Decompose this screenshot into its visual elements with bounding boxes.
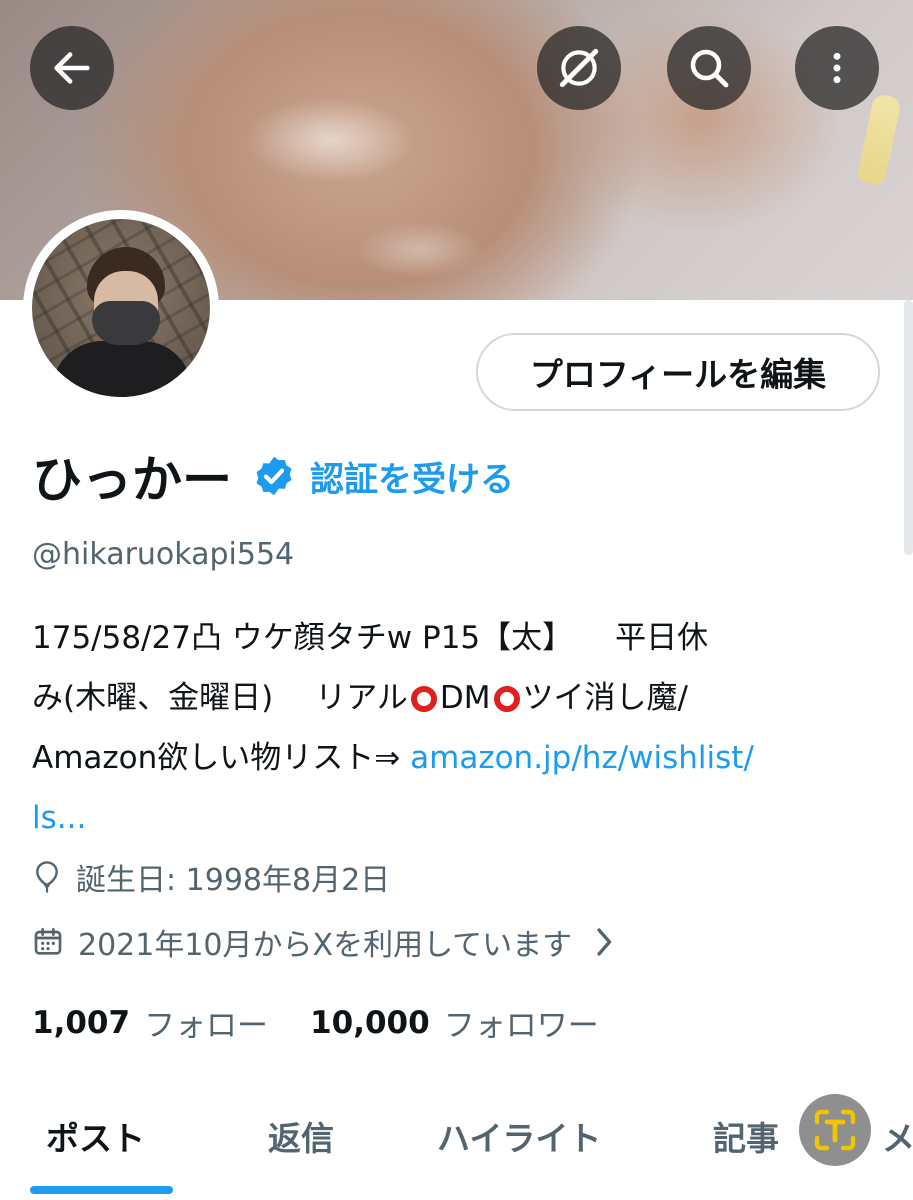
active-tab-indicator (30, 1186, 173, 1194)
calendar-icon (34, 928, 62, 955)
user-handle: @hikaruokapi554 (32, 537, 295, 572)
red-circle-icon (493, 686, 520, 712)
bio-text: DM (439, 680, 491, 716)
banner-detail (855, 93, 903, 187)
bio-text: リアル (315, 680, 408, 716)
red-circle-icon (410, 686, 437, 712)
name-row: ひっかー 認証を受ける (32, 444, 514, 509)
following-count: 1,007 (32, 1004, 131, 1041)
bio-text: ツイ消し魔/ (522, 680, 688, 716)
text-scan-button[interactable] (799, 1094, 871, 1166)
avatar-frame[interactable] (23, 210, 219, 406)
balloon-icon (36, 861, 58, 893)
joined-text: 2021年10月からXを利用しています (78, 928, 573, 963)
joined-row[interactable]: 2021年10月からXを利用しています (32, 920, 630, 964)
grok-button[interactable] (537, 26, 621, 110)
tab-replies[interactable]: 返信 (268, 1112, 334, 1160)
chevron-right-icon (597, 928, 612, 956)
search-icon (690, 49, 729, 88)
more-vertical-icon (833, 52, 841, 84)
back-button[interactable] (30, 26, 114, 110)
edit-profile-button[interactable]: プロフィールを編集 (476, 333, 880, 411)
birthday-row: 誕生日: 1998年8月2日 (32, 855, 390, 899)
bio-text: 175/58/27凸 ウケ顔タチw P15【太】 (32, 620, 574, 656)
tab-articles[interactable]: 記事 (713, 1112, 779, 1160)
birthday-text: 誕生日: 1998年8月2日 (76, 863, 391, 898)
avatar-detail (92, 301, 160, 345)
follow-stats: 1,007 フォロー 10,000 フォロワー (32, 1000, 599, 1045)
wishlist-link-continued[interactable]: ls... (32, 800, 86, 836)
bio-text: 平日休 (615, 620, 709, 656)
avatar-detail (52, 341, 192, 397)
grok-icon (559, 48, 599, 88)
scrollbar[interactable] (904, 300, 913, 555)
tab-posts[interactable]: ポスト (46, 1112, 145, 1160)
following-label: フォロー (144, 1008, 269, 1044)
tab-media[interactable]: メ (882, 1112, 913, 1160)
get-verified-link[interactable]: 認証を受ける (310, 452, 514, 501)
followers-count: 10,000 (310, 1004, 430, 1041)
display-name: ひっかー (32, 451, 232, 509)
followers-label: フォロワー (443, 1008, 599, 1044)
bio-text: み(木曜、金曜日) (32, 680, 274, 716)
wishlist-link[interactable]: amazon.jp/hz/wishlist/ (410, 740, 754, 776)
arrow-left-icon (54, 52, 90, 84)
tab-highlights[interactable]: ハイライト (437, 1112, 601, 1160)
bio-line: Amazon欲しい物リスト⇒ amazon.jp/hz/wishlist/ (32, 728, 882, 788)
bio: 175/58/27凸 ウケ顔タチw P15【太】 平日休 み(木曜、金曜日) リアル… (32, 608, 882, 848)
followers-link[interactable]: 10,000 フォロワー (310, 1000, 599, 1045)
profile-tabs: ポスト 返信 ハイライト 記事 メ (0, 1090, 913, 1200)
avatar[interactable] (32, 219, 210, 397)
bio-line: 175/58/27凸 ウケ顔タチw P15【太】 平日休 (32, 608, 882, 668)
following-link[interactable]: 1,007 フォロー (32, 1000, 268, 1045)
search-button[interactable] (667, 26, 751, 110)
text-scan-icon (814, 1109, 856, 1151)
bio-line: ls... (32, 788, 882, 848)
verified-badge-icon[interactable] (252, 454, 296, 498)
more-button[interactable] (795, 26, 879, 110)
bio-text: Amazon欲しい物リスト⇒ (32, 740, 411, 776)
bio-line: み(木曜、金曜日) リアル DM ツイ消し魔/ (32, 668, 882, 728)
